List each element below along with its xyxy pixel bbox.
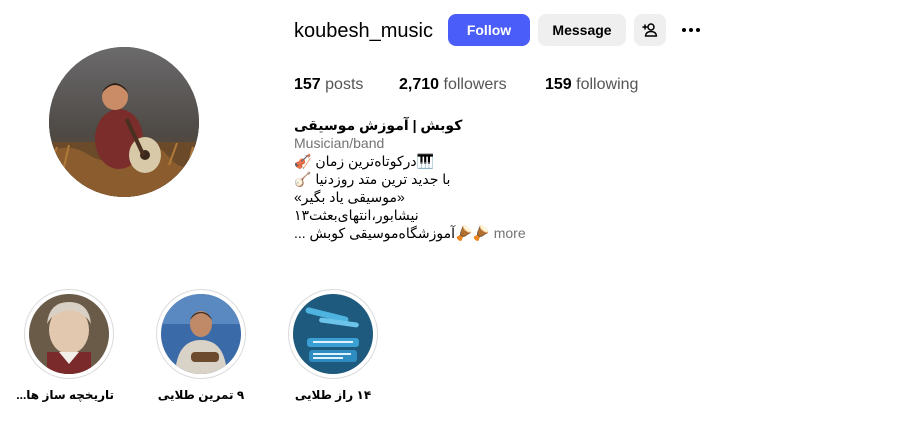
profile-avatar[interactable] — [49, 47, 199, 197]
highlight-label: ۹ تمرین طلایی — [157, 388, 245, 402]
highlight-ring — [288, 289, 378, 379]
bio-line-text: 🪘🪘آموزشگاه‌موسیقی کوبش ... — [294, 225, 490, 241]
highlight-item[interactable]: ۹ تمرین طلایی — [156, 289, 246, 402]
highlight-cover-image — [161, 294, 241, 374]
message-button[interactable]: Message — [538, 14, 626, 46]
followers-label: followers — [443, 76, 507, 93]
highlight-ring — [24, 289, 114, 379]
profile-username: koubesh_music — [294, 20, 433, 42]
followers-link[interactable]: 2,710 followers — [399, 76, 507, 94]
profile-bio: کوبش | آموزش موسیقی Musician/band 🎹درکوت… — [294, 116, 554, 242]
highlight-cover — [161, 294, 241, 374]
bio-line: 🎹درکوتاه‌ترین زمان 🎻 — [294, 153, 435, 169]
following-label: following — [576, 76, 639, 93]
highlight-cover-image — [293, 294, 373, 374]
highlight-ring — [156, 289, 246, 379]
highlight-item[interactable]: ۱۴ راز طلایی — [288, 289, 378, 402]
posts-number: 157 — [294, 76, 321, 93]
highlight-cover — [29, 294, 109, 374]
highlight-label: ۱۴ راز طلایی — [294, 388, 372, 402]
following-number: 159 — [545, 76, 572, 93]
posts-label: posts — [325, 76, 364, 93]
more-options-button[interactable] — [678, 18, 704, 42]
posts-count: 157 posts — [294, 76, 363, 94]
suggest-user-button[interactable] — [634, 14, 666, 46]
avatar-image — [49, 47, 199, 197]
highlight-item[interactable]: تاریخچه ساز ها... — [16, 289, 114, 402]
highlight-label: تاریخچه ساز ها... — [16, 388, 114, 402]
follow-button[interactable]: Follow — [448, 14, 530, 46]
highlight-cover — [293, 294, 373, 374]
followers-number: 2,710 — [399, 76, 440, 93]
bio-category: Musician/band — [294, 135, 385, 151]
bio-line: نیشابور،انتهای‌بعثت۱۳ — [294, 207, 419, 223]
bio-line: «موسیقی یاد بگیر» — [294, 189, 405, 205]
bio-full-name: کوبش | آموزش موسیقی — [294, 117, 463, 133]
more-horizontal-icon — [682, 28, 700, 32]
bio-last-line: 🪘🪘آموزشگاه‌موسیقی کوبش ... more — [294, 224, 554, 242]
bio-line: با جدید ترین متد روزدنیا 🪕 — [294, 171, 451, 187]
following-link[interactable]: 159 following — [545, 76, 638, 94]
highlight-cover-image — [29, 294, 109, 374]
bio-more-link[interactable]: more — [494, 225, 526, 241]
person-add-icon — [642, 23, 658, 37]
